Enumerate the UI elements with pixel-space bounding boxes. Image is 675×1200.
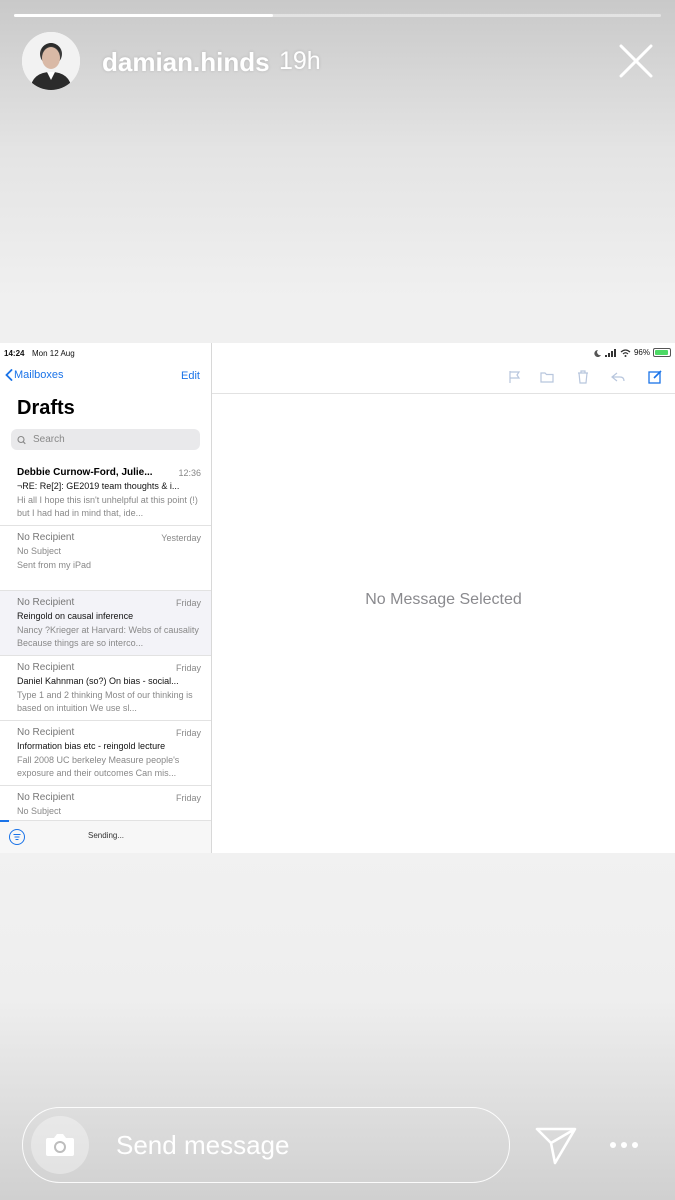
- share-button[interactable]: [533, 1123, 579, 1167]
- mail-subject: Daniel Kahnman (so?) On bias - social...: [17, 676, 179, 686]
- filter-button[interactable]: [9, 829, 25, 845]
- message-toolbar: [212, 363, 675, 394]
- mail-date: Friday: [175, 728, 201, 738]
- mail-date: Friday: [175, 598, 201, 608]
- mail-sender: Debbie Curnow-Ford, Julie...: [17, 467, 153, 478]
- page-title: Drafts: [17, 397, 75, 419]
- flag-icon: [509, 371, 521, 383]
- mail-bottom-bar: Sending...: [0, 820, 211, 853]
- mail-sender: No Recipient: [17, 792, 75, 803]
- mail-date: 12:36: [178, 468, 201, 478]
- more-dots-icon: [610, 1142, 638, 1148]
- status-time: 14:24: [4, 349, 25, 358]
- mail-sender: No Recipient: [17, 532, 75, 543]
- mail-subject: No Subject: [17, 546, 62, 556]
- moon-icon: [594, 349, 601, 357]
- story-progress-bar: [14, 14, 661, 17]
- wifi-icon: [620, 348, 631, 357]
- edit-button[interactable]: Edit: [181, 370, 200, 382]
- mail-preview: Hi all I hope this isn't unhelpful at th…: [17, 495, 198, 518]
- list-item[interactable]: Debbie Curnow-Ford, Julie... 12:36 ¬RE: …: [0, 461, 211, 526]
- mail-subject: ¬RE: Re[2]: GE2019 team thoughts & i...: [17, 481, 180, 491]
- mail-sender: No Recipient: [17, 662, 75, 673]
- paper-plane-icon: [535, 1127, 577, 1165]
- story-time: 19h: [279, 47, 321, 75]
- folder-icon: [540, 372, 554, 383]
- list-item[interactable]: No Recipient Friday Information bias etc…: [0, 721, 211, 786]
- ipad-mail-screenshot: 14:24 Mon 12 Aug Mailboxes Edit Drafts S…: [0, 343, 675, 853]
- avatar[interactable]: [22, 32, 80, 90]
- search-icon: [17, 435, 26, 444]
- username[interactable]: damian.hinds: [102, 47, 270, 78]
- battery-icon: [653, 348, 671, 357]
- close-icon: [619, 44, 653, 78]
- mail-list: Debbie Curnow-Ford, Julie... 12:36 ¬RE: …: [0, 461, 211, 820]
- compose-button[interactable]: [647, 369, 663, 385]
- status-date: Mon 12 Aug: [32, 349, 75, 358]
- list-item[interactable]: No Recipient Friday No Subject: [0, 786, 211, 820]
- mail-sender: No Recipient: [17, 727, 75, 738]
- chevron-left-icon: [5, 369, 13, 381]
- list-item[interactable]: No Recipient Yesterday No Subject Sent f…: [0, 526, 211, 591]
- battery-percent: 96%: [633, 348, 650, 357]
- mail-date: Friday: [175, 663, 201, 673]
- filter-icon: [13, 834, 21, 840]
- send-message-input[interactable]: Send message: [116, 1130, 289, 1161]
- mail-preview: Type 1 and 2 thinking Most of our thinki…: [17, 690, 193, 713]
- camera-button[interactable]: [31, 1116, 89, 1174]
- story-header: damian.hinds 19h: [22, 32, 655, 92]
- search-input[interactable]: Search: [11, 429, 200, 450]
- status-icons: 96%: [592, 348, 671, 357]
- mail-subject: Information bias etc - reingold lecture: [17, 741, 166, 751]
- mailboxes-back-button[interactable]: Mailboxes: [5, 369, 64, 381]
- mail-subject: Reingold on causal inference: [17, 611, 134, 621]
- mail-sidebar: 14:24 Mon 12 Aug Mailboxes Edit Drafts S…: [0, 343, 212, 853]
- compose-icon: [648, 370, 662, 384]
- trash-button[interactable]: [575, 369, 591, 385]
- mail-preview: Sent from my iPad: [17, 560, 92, 570]
- signal-icon: [604, 348, 616, 357]
- close-button[interactable]: [617, 42, 655, 80]
- sending-progress: [0, 820, 9, 822]
- send-message-bar: Send message: [22, 1107, 510, 1183]
- list-item[interactable]: No Recipient Friday Daniel Kahnman (so?)…: [0, 656, 211, 721]
- trash-icon: [578, 370, 588, 384]
- camera-icon: [46, 1134, 74, 1156]
- message-pane: 96% No Message Selected: [212, 343, 675, 853]
- more-options-button[interactable]: [606, 1130, 642, 1160]
- mail-subject: No Subject: [17, 806, 62, 816]
- mail-preview: Fall 2008 UC berkeley Measure people's e…: [17, 755, 180, 778]
- reply-button[interactable]: [610, 369, 626, 385]
- mailboxes-label: Mailboxes: [14, 369, 64, 381]
- reply-icon: [611, 372, 625, 382]
- mail-date: Yesterday: [161, 533, 201, 543]
- sending-status: Sending...: [88, 831, 125, 840]
- mail-date: Friday: [175, 793, 201, 803]
- mail-sender: No Recipient: [17, 597, 75, 608]
- mail-preview: Nancy ?Krieger at Harvard: Webs of causa…: [17, 625, 199, 648]
- move-folder-button[interactable]: [539, 369, 555, 385]
- list-item[interactable]: No Recipient Friday Reingold on causal i…: [0, 591, 211, 656]
- flag-button[interactable]: [507, 369, 523, 385]
- empty-state-text: No Message Selected: [365, 591, 522, 608]
- search-placeholder: Search: [33, 434, 65, 445]
- story-progress-fill: [14, 14, 273, 17]
